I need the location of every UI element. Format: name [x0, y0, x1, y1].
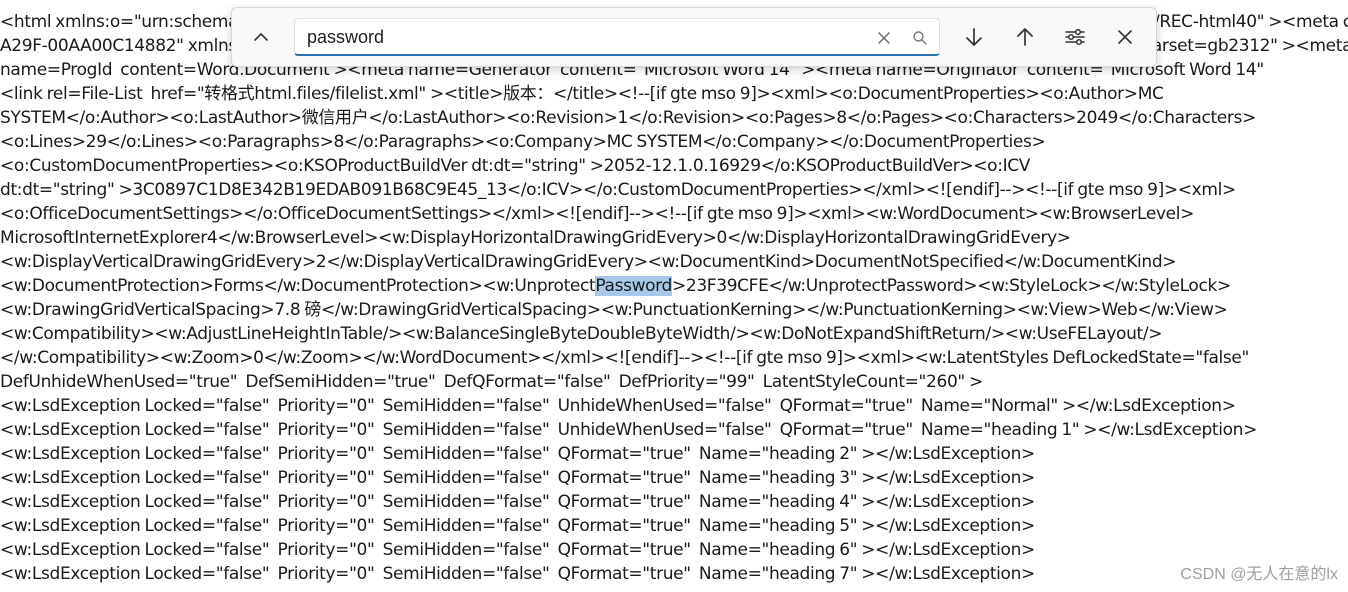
source-line: dt:dt="string" >3C0897C1D8E342B19EDAB091…: [0, 178, 1348, 202]
source-text: <w:Compatibility><w:AdjustLineHeightInTa…: [0, 324, 1163, 344]
source-line: <w:DrawingGridVerticalSpacing>7.8 磅</w:D…: [0, 298, 1348, 322]
source-text: MicrosoftInternetExplorer4</w:BrowserLev…: [0, 228, 1071, 248]
clear-button[interactable]: [873, 27, 895, 49]
source-line: <w:DocumentProtection>Forms</w:DocumentP…: [0, 274, 1348, 298]
source-line: <w:LsdException Locked="false" Priority=…: [0, 514, 1348, 538]
source-line: <w:LsdException Locked="false" Priority=…: [0, 418, 1348, 442]
filter-options-icon: [1065, 28, 1085, 46]
source-text: SYSTEM</o:Author><o:LastAuthor>微信用户</o:L…: [0, 108, 1256, 128]
source-line: <w:LsdException Locked="false" Priority=…: [0, 394, 1348, 418]
clear-icon: [878, 32, 890, 44]
next-match-button[interactable]: [959, 22, 989, 52]
find-input-box[interactable]: [294, 18, 940, 56]
source-line: DefUnhideWhenUsed="true" DefSemiHidden="…: [0, 370, 1348, 394]
source-line: <w:LsdException Locked="false" Priority=…: [0, 442, 1348, 466]
source-line: <w:LsdException Locked="false" Priority=…: [0, 562, 1348, 586]
source-text: <w:LsdException Locked="false" Priority=…: [0, 540, 1035, 560]
search-button[interactable]: [909, 27, 931, 49]
search-match-highlight: Password: [595, 276, 672, 296]
previous-match-button[interactable]: [1010, 22, 1040, 52]
find-options-button[interactable]: [1060, 22, 1090, 52]
source-text: <w:DocumentProtection>Forms</w:DocumentP…: [0, 276, 596, 296]
source-text: >23F39CFE</w:UnprotectPassword><w:StyleL…: [671, 276, 1231, 296]
source-text: </w:Compatibility><w:Zoom>0</w:Zoom></w:…: [0, 348, 1249, 368]
source-text: <o:OfficeDocumentSettings></o:OfficeDocu…: [0, 204, 1195, 224]
find-input[interactable]: [307, 25, 847, 49]
source-text: <w:LsdException Locked="false" Priority=…: [0, 468, 1035, 488]
source-text: <w:LsdException Locked="false" Priority=…: [0, 444, 1035, 464]
source-view: <html xmlns:o="urn:schemas-microsoft-com…: [0, 10, 1348, 586]
source-text: <o:Lines>29</o:Lines><o:Paragraphs>8</o:…: [0, 132, 1046, 152]
source-text: <w:LsdException Locked="false" Priority=…: [0, 396, 1236, 416]
find-bar: [231, 7, 1157, 67]
source-line: <w:LsdException Locked="false" Priority=…: [0, 538, 1348, 562]
search-icon: [913, 31, 927, 45]
source-text: <o:CustomDocumentProperties><o:KSOProduc…: [0, 156, 1031, 176]
source-text: <w:LsdException Locked="false" Priority=…: [0, 516, 1035, 536]
source-line: <w:LsdException Locked="false" Priority=…: [0, 490, 1348, 514]
source-text: <w:LsdException Locked="false" Priority=…: [0, 564, 1035, 584]
source-line: SYSTEM</o:Author><o:LastAuthor>微信用户</o:L…: [0, 106, 1348, 130]
source-line: <o:CustomDocumentProperties><o:KSOProduc…: [0, 154, 1348, 178]
source-line: </w:Compatibility><w:Zoom>0</w:Zoom></w:…: [0, 346, 1348, 370]
source-line: <o:Lines>29</o:Lines><o:Paragraphs>8</o:…: [0, 130, 1348, 154]
source-line: <o:OfficeDocumentSettings></o:OfficeDocu…: [0, 202, 1348, 226]
arrow-down-icon: [966, 28, 982, 46]
source-text: dt:dt="string" >3C0897C1D8E342B19EDAB091…: [0, 180, 1236, 200]
source-text: <w:DrawingGridVerticalSpacing>7.8 磅</w:D…: [0, 300, 1228, 320]
source-text: <w:LsdException Locked="false" Priority=…: [0, 492, 1035, 512]
source-text: <link rel=File-List href="转格式html.files/…: [0, 84, 1164, 104]
close-icon: [1118, 30, 1132, 44]
watermark: CSDN @无人在意的lx: [1180, 566, 1338, 583]
collapse-button[interactable]: [246, 22, 276, 52]
source-line: <w:LsdException Locked="false" Priority=…: [0, 466, 1348, 490]
source-line: <w:Compatibility><w:AdjustLineHeightInTa…: [0, 322, 1348, 346]
arrow-up-icon: [1017, 28, 1033, 46]
chevron-up-icon: [254, 33, 268, 41]
source-line: <w:DisplayVerticalDrawingGridEvery>2</w:…: [0, 250, 1348, 274]
source-line: MicrosoftInternetExplorer4</w:BrowserLev…: [0, 226, 1348, 250]
close-find-button[interactable]: [1110, 22, 1140, 52]
source-text: <w:DisplayVerticalDrawingGridEvery>2</w:…: [0, 252, 1177, 272]
source-text: DefUnhideWhenUsed="true" DefSemiHidden="…: [0, 372, 983, 392]
source-text: <w:LsdException Locked="false" Priority=…: [0, 420, 1257, 440]
source-line: <link rel=File-List href="转格式html.files/…: [0, 82, 1348, 106]
